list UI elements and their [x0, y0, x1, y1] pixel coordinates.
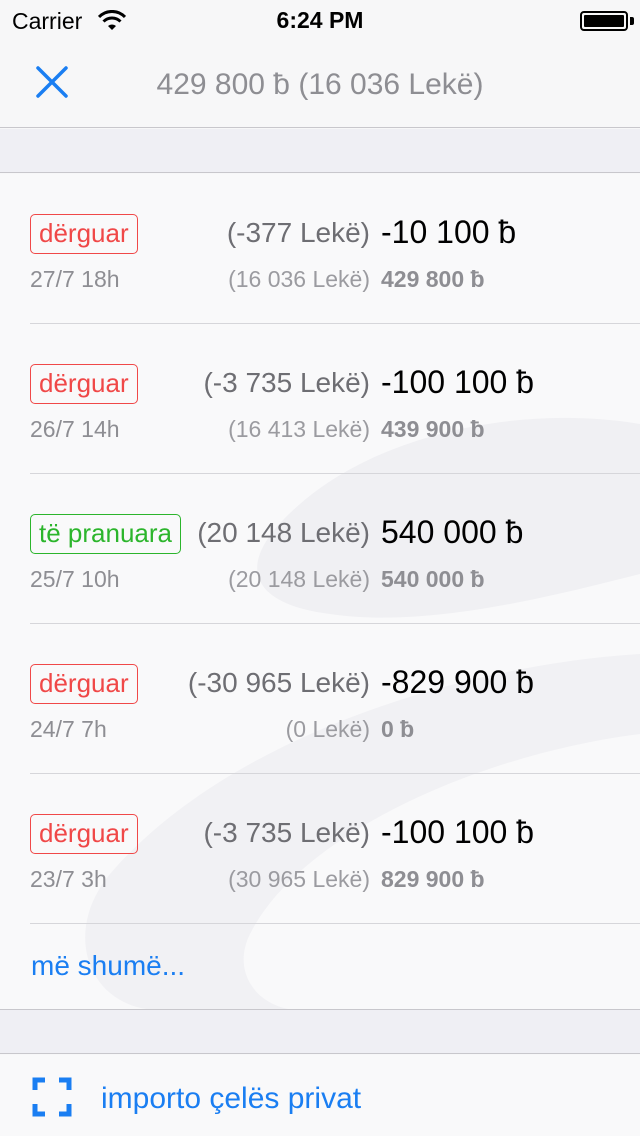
transaction-row[interactable]: dërguar (-3 735 Lekë) -100 100 ƀ 26/7 14… [0, 324, 640, 474]
coin-amount: 540 000 ƀ [381, 514, 524, 550]
status-badge: të pranuara [30, 514, 181, 554]
fiat-amount: (-30 965 Lekë) [187, 667, 370, 698]
battery-cap [630, 17, 634, 25]
wallet-balance-title: 429 800 ƀ (16 036 Lekë) [156, 68, 484, 101]
balance-amount: 540 000 ƀ [381, 566, 485, 592]
transaction-date: 26/7 14h [30, 416, 120, 442]
fiat-amount: (-3 735 Lekë) [203, 367, 370, 398]
balance-fiat: (20 148 Lekë) [228, 566, 370, 592]
status-badge: dërguar [30, 814, 138, 854]
show-more-link[interactable]: më shumë... [31, 950, 185, 982]
battery-icon [580, 11, 628, 31]
balance-amount: 829 900 ƀ [381, 866, 485, 892]
row-divider [30, 923, 640, 924]
section-spacer [0, 129, 640, 173]
coin-amount: -100 100 ƀ [381, 364, 535, 400]
status-badge: dërguar [30, 364, 138, 404]
status-badge: dërguar [30, 214, 138, 254]
transaction-date: 24/7 7h [30, 716, 107, 742]
clock: 6:24 PM [276, 7, 364, 33]
transaction-row[interactable]: dërguar (-3 735 Lekë) -100 100 ƀ 23/7 3h… [0, 774, 640, 924]
scan-icon [32, 1077, 72, 1117]
coin-amount: -829 900 ƀ [381, 664, 535, 700]
balance-fiat: (16 036 Lekë) [228, 266, 370, 292]
balance-fiat: (16 413 Lekë) [228, 416, 370, 442]
status-bar: Carrier 6:24 PM [0, 0, 640, 40]
balance-amount: 439 900 ƀ [381, 416, 485, 442]
transaction-date: 27/7 18h [30, 266, 120, 292]
transaction-list: dërguar (-377 Lekë) -10 100 ƀ 27/7 18h (… [0, 174, 640, 1010]
fiat-amount: (-3 735 Lekë) [203, 817, 370, 848]
balance-amount: 429 800 ƀ [381, 266, 485, 292]
transaction-row[interactable]: dërguar (-30 965 Lekë) -829 900 ƀ 24/7 7… [0, 624, 640, 774]
battery-fill [584, 15, 624, 27]
transaction-row[interactable]: të pranuara (20 148 Lekë) 540 000 ƀ 25/7… [0, 474, 640, 624]
navigation-bar: 429 800 ƀ (16 036 Lekë) [0, 40, 640, 128]
import-private-key-button[interactable]: importo çelës privat [0, 1055, 640, 1136]
fiat-amount: (-377 Lekë) [226, 217, 370, 248]
transaction-date: 25/7 10h [30, 566, 120, 592]
coin-amount: -10 100 ƀ [381, 214, 517, 250]
balance-fiat: (30 965 Lekë) [228, 866, 370, 892]
transaction-row[interactable]: dërguar (-377 Lekë) -10 100 ƀ 27/7 18h (… [0, 174, 640, 324]
fiat-amount: (20 148 Lekë) [197, 517, 370, 548]
status-badge: dërguar [30, 664, 138, 704]
balance-amount: 0 ƀ [381, 716, 415, 742]
balance-fiat: (0 Lekë) [285, 716, 370, 742]
import-private-key-label: importo çelës privat [101, 1082, 362, 1115]
coin-amount: -100 100 ƀ [381, 814, 535, 850]
transaction-date: 23/7 3h [30, 866, 107, 892]
section-spacer [0, 1010, 640, 1054]
